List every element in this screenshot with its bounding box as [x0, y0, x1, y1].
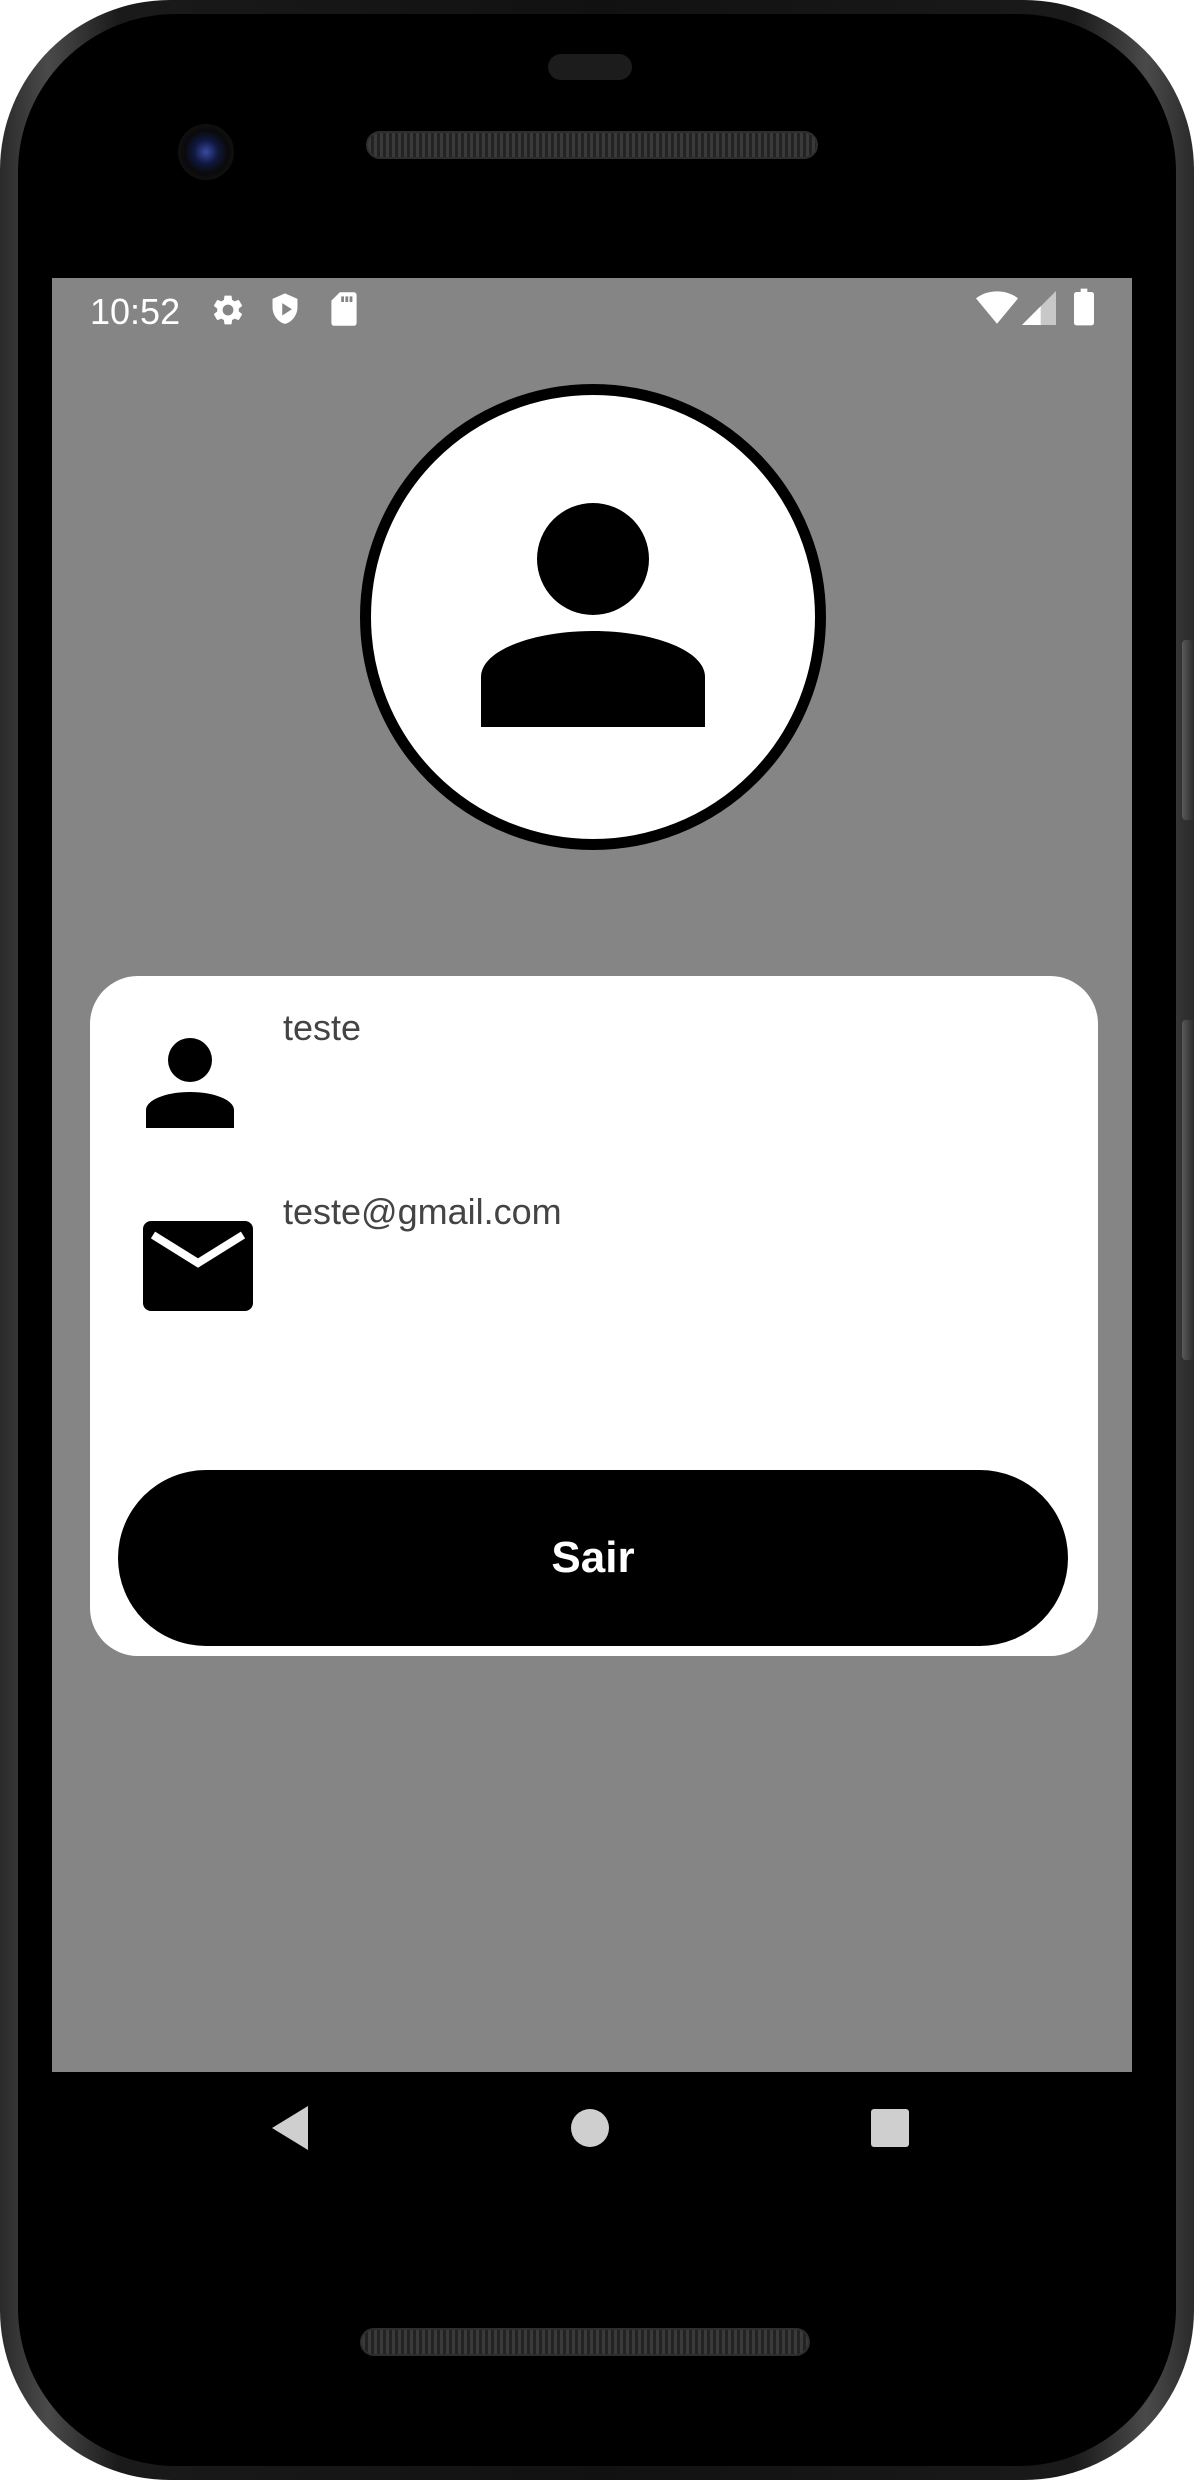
profile-card: teste teste@gmail.com Sair — [90, 976, 1098, 1656]
shield-play-icon — [268, 292, 302, 333]
power-button — [1182, 640, 1194, 820]
signal-icon — [1022, 290, 1056, 331]
top-speaker — [366, 131, 818, 159]
battery-icon — [1074, 288, 1094, 331]
volume-button — [1182, 1020, 1194, 1360]
sd-card-icon — [330, 292, 358, 331]
status-bar: 10:52 — [52, 278, 1132, 348]
home-icon[interactable] — [570, 2108, 610, 2153]
logout-button[interactable]: Sair — [118, 1470, 1068, 1646]
app-screen: 10:52 teste teste@gmail.com Sair — [52, 278, 1132, 2072]
profile-avatar — [360, 384, 826, 850]
person-icon — [146, 1038, 234, 1135]
person-icon — [481, 503, 705, 727]
status-time: 10:52 — [90, 291, 181, 332]
bottom-speaker — [360, 2328, 810, 2356]
gear-icon — [210, 292, 246, 333]
recents-icon[interactable] — [870, 2108, 910, 2153]
profile-name: teste — [283, 1007, 362, 1048]
back-icon[interactable] — [268, 2102, 312, 2159]
mail-icon — [143, 1221, 253, 1316]
phone-frame: 10:52 teste teste@gmail.com Sair — [0, 0, 1194, 2480]
navigation-bar — [52, 2072, 1132, 2202]
profile-email: teste@gmail.com — [283, 1191, 562, 1232]
earpiece — [548, 54, 632, 80]
front-camera — [178, 124, 234, 180]
wifi-icon — [976, 290, 1018, 331]
